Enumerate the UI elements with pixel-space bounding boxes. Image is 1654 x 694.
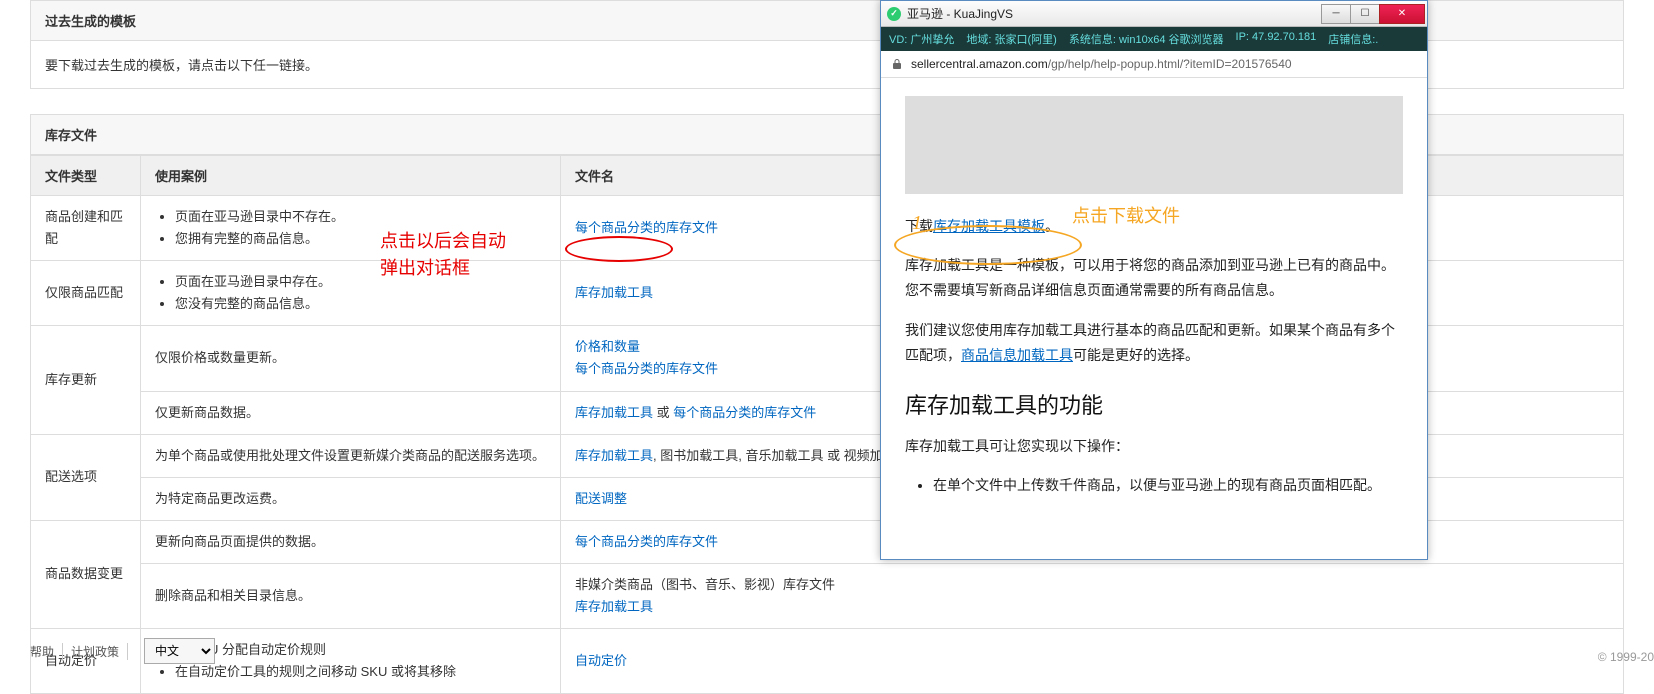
popup-title: 亚马逊 - KuaJingVS xyxy=(907,5,1322,22)
page-footer: 帮助 计划政策 中文 xyxy=(30,638,1654,664)
use-cell: 更新向商品页面提供的数据。 xyxy=(141,520,561,563)
col-header-use: 使用案例 xyxy=(141,156,561,196)
popup-infobar: VD: 广州挚允 地域: 张家口(阿里) 系统信息: win10x64 谷歌浏览… xyxy=(881,27,1427,51)
type-cell: 商品数据变更 xyxy=(31,520,141,628)
popup-p4: 库存加载工具可让您实现以下操作： xyxy=(905,434,1403,459)
annotation-red-text: 点击以后会自动 弹出对话框 xyxy=(380,228,506,282)
name-cell: 非媒介类商品（图书、音乐、影视）库存文件库存加载工具 xyxy=(561,563,1624,628)
use-cell: 删除商品和相关目录信息。 xyxy=(141,563,561,628)
use-cell: 为单个商品或使用批处理文件设置更新媒介类商品的配送服务选项。 xyxy=(141,434,561,477)
type-cell: 仅限商品匹配 xyxy=(31,261,141,326)
annotation-orange-oval xyxy=(894,225,1082,265)
popup-window: ✓ 亚马逊 - KuaJingVS ─ ☐ ✕ VD: 广州挚允 地域: 张家口… xyxy=(880,0,1428,560)
table-row: 删除商品和相关目录信息。非媒介类商品（图书、音乐、影视）库存文件库存加载工具 xyxy=(31,563,1624,628)
url-path: /gp/help/help-popup.html/?itemID=2015765… xyxy=(1048,57,1292,71)
use-cell: 仅更新商品数据。 xyxy=(141,391,561,434)
type-cell: 配送选项 xyxy=(31,434,141,520)
file-link[interactable]: 价格和数量 xyxy=(575,339,640,354)
file-link[interactable]: 每个商品分类的库存文件 xyxy=(575,220,718,235)
close-button[interactable]: ✕ xyxy=(1379,4,1425,24)
popup-content[interactable]: 下载库存加载工具模板。 库存加载工具是一种模板，可以用于将您的商品添加到亚马逊上… xyxy=(881,78,1427,556)
product-info-tool-link[interactable]: 商品信息加载工具 xyxy=(961,347,1073,363)
popup-p3: 我们建议您使用库存加载工具进行基本的商品匹配和更新。如果某个商品有多个匹配项，商… xyxy=(905,318,1403,368)
url-domain: sellercentral.amazon.com xyxy=(911,57,1048,71)
popup-h2: 库存加载工具的功能 xyxy=(905,388,1403,420)
file-link[interactable]: 每个商品分类的库存文件 xyxy=(575,534,718,549)
footer-lang-select[interactable]: 中文 xyxy=(144,638,215,664)
col-header-type: 文件类型 xyxy=(31,156,141,196)
annotation-red-oval xyxy=(565,236,673,262)
type-cell: 商品创建和匹配 xyxy=(31,196,141,261)
lock-icon xyxy=(891,58,903,70)
popup-list: 在单个文件中上传数千件商品，以便与亚马逊上的现有商品页面相匹配。 xyxy=(905,473,1403,498)
use-item: 在自动定价工具的规则之间移动 SKU 或将其移除 xyxy=(175,661,546,683)
file-link[interactable]: 每个商品分类的库存文件 xyxy=(575,361,718,376)
file-link[interactable]: 库存加载工具 xyxy=(575,599,653,614)
app-icon: ✓ xyxy=(887,7,901,21)
file-link[interactable]: 配送调整 xyxy=(575,491,627,506)
footer-plan-link[interactable]: 计划政策 xyxy=(71,643,128,660)
type-cell: 库存更新 xyxy=(31,326,141,434)
use-item: 您没有完整的商品信息。 xyxy=(175,293,546,315)
popup-li1: 在单个文件中上传数千件商品，以便与亚马逊上的现有商品页面相匹配。 xyxy=(933,473,1403,498)
annotation-orange-text: 点击下载文件 xyxy=(1072,202,1180,228)
popup-gray-placeholder xyxy=(905,96,1403,194)
popup-urlbar: sellercentral.amazon.com/gp/help/help-po… xyxy=(881,51,1427,78)
use-item: 页面在亚马逊目录中不存在。 xyxy=(175,206,546,228)
use-cell: 仅限价格或数量更新。 xyxy=(141,326,561,391)
minimize-button[interactable]: ─ xyxy=(1321,4,1351,24)
file-link[interactable]: 每个商品分类的库存文件 xyxy=(673,405,816,420)
file-link[interactable]: 库存加载工具 xyxy=(575,405,653,420)
maximize-button[interactable]: ☐ xyxy=(1350,4,1380,24)
file-link[interactable]: 库存加载工具 xyxy=(575,285,653,300)
file-link[interactable]: 库存加载工具 xyxy=(575,448,653,463)
footer-copyright: © 1999-20 xyxy=(1598,650,1654,664)
popup-titlebar[interactable]: ✓ 亚马逊 - KuaJingVS ─ ☐ ✕ xyxy=(881,1,1427,27)
footer-help-link[interactable]: 帮助 xyxy=(30,643,63,660)
use-cell: 为特定商品更改运费。 xyxy=(141,477,561,520)
